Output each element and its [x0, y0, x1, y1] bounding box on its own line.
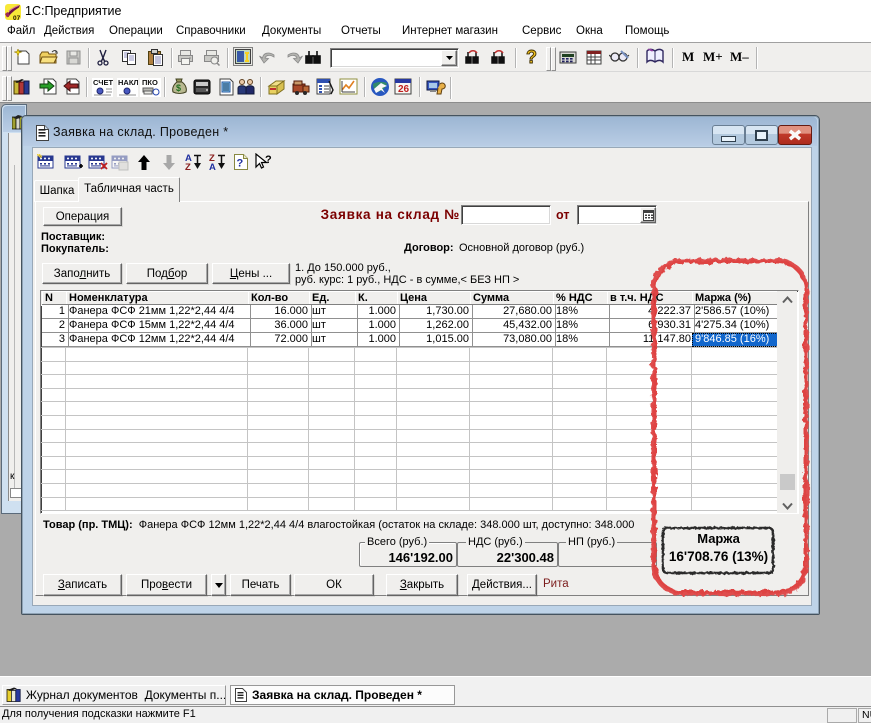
svg-text:ПКО: ПКО — [142, 78, 158, 87]
svg-text:СЧЕТ: СЧЕТ — [93, 78, 113, 87]
svg-text:A: A — [209, 162, 216, 171]
svg-text:НАКЛ: НАКЛ — [118, 78, 138, 87]
svg-text:$: $ — [176, 83, 181, 93]
svg-text:?: ? — [237, 158, 244, 170]
svg-text:?: ? — [265, 154, 272, 166]
svg-text:?: ? — [526, 47, 537, 67]
svg-text:Z: Z — [185, 162, 191, 171]
svg-text:07: 07 — [13, 15, 21, 21]
svg-text:26: 26 — [398, 84, 410, 95]
